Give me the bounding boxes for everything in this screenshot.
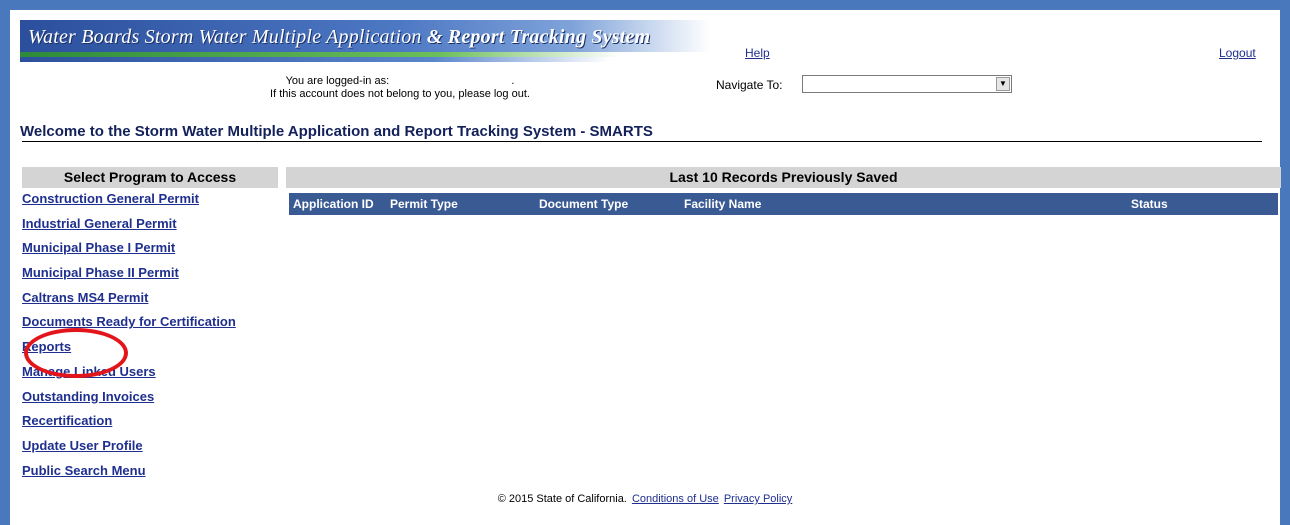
sidebar-item-outstanding-invoices[interactable]: Outstanding Invoices (22, 389, 154, 404)
sidebar-item-industrial-general-permit[interactable]: Industrial General Permit (22, 216, 177, 231)
app-title-main: Water Boards Storm Water Multiple Applic… (28, 26, 427, 48)
banner-stripe-blue (20, 57, 610, 62)
page-title: Welcome to the Storm Water Multiple Appl… (20, 123, 653, 140)
account-notice-text: If this account does not belong to you, … (270, 88, 530, 100)
navigate-to-select[interactable]: ▼ (802, 75, 1012, 93)
help-link[interactable]: Help (745, 46, 770, 60)
conditions-of-use-link[interactable]: Conditions of Use (632, 493, 719, 505)
chevron-down-icon[interactable]: ▼ (996, 77, 1010, 91)
privacy-policy-link[interactable]: Privacy Policy (724, 493, 792, 505)
page-frame: Water Boards Storm Water Multiple Applic… (10, 10, 1281, 525)
sidebar-item-update-user-profile[interactable]: Update User Profile (22, 438, 143, 453)
login-info: You are logged-in as: . If this account … (210, 75, 590, 101)
footer: © 2015 State of California. Conditions o… (10, 493, 1280, 505)
sidebar-header: Select Program to Access (22, 167, 278, 188)
reports-highlight-circle (24, 328, 128, 378)
sidebar-item-caltrans-ms4-permit[interactable]: Caltrans MS4 Permit (22, 290, 148, 305)
sidebar-item-public-search-menu[interactable]: Public Search Menu (22, 463, 146, 478)
app-title: Water Boards Storm Water Multiple Applic… (28, 26, 650, 49)
column-header-status: Status (1131, 197, 1168, 211)
records-header: Last 10 Records Previously Saved (286, 167, 1281, 188)
sidebar-item-municipal-phase-i-permit[interactable]: Municipal Phase I Permit (22, 240, 175, 255)
logout-link[interactable]: Logout (1219, 46, 1256, 60)
column-header-application-id: Application ID (293, 197, 374, 211)
sidebar-item-municipal-phase-ii-permit[interactable]: Municipal Phase II Permit (22, 265, 179, 280)
column-header-permit-type: Permit Type (390, 197, 458, 211)
column-header-facility-name: Facility Name (684, 197, 762, 211)
navigate-to-label: Navigate To: (716, 78, 783, 92)
sidebar-item-construction-general-permit[interactable]: Construction General Permit (22, 191, 199, 206)
sidebar-item-recertification[interactable]: Recertification (22, 413, 112, 428)
records-table-header: Application ID Permit Type Document Type… (289, 193, 1278, 215)
title-divider (22, 141, 1262, 142)
column-header-document-type: Document Type (539, 197, 629, 211)
sidebar-item-documents-ready-for-certification[interactable]: Documents Ready for Certification (22, 314, 236, 329)
app-title-tail: Report Tracking System (442, 26, 651, 48)
logged-in-as-text: You are logged-in as: . (285, 75, 515, 87)
app-title-ampersand: & (426, 26, 443, 48)
app-banner: Water Boards Storm Water Multiple Applic… (20, 20, 710, 65)
copyright-text: © 2015 State of California. (497, 493, 627, 505)
